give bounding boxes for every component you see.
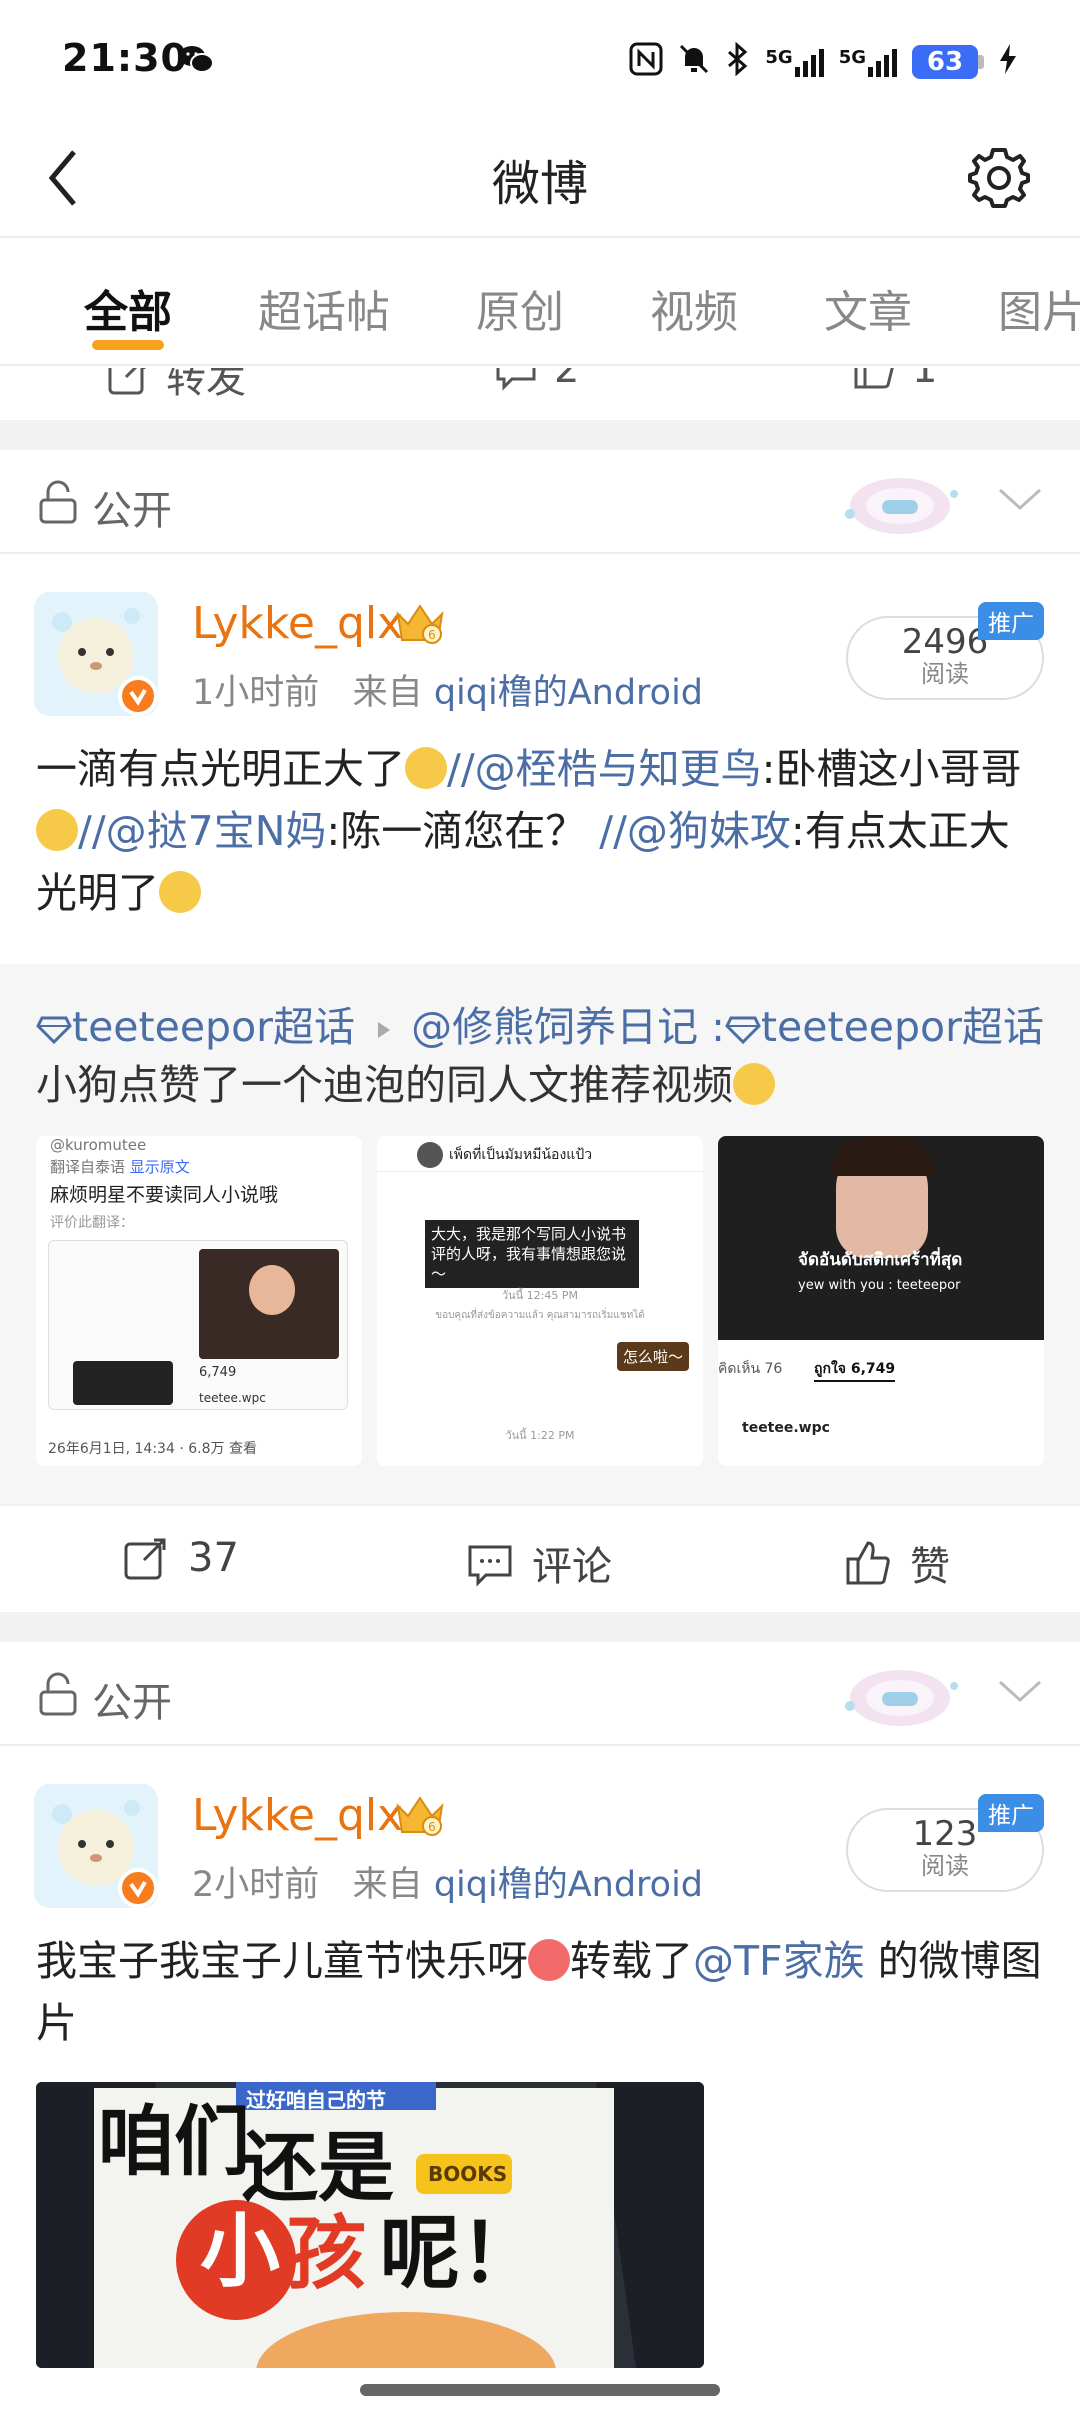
mention-link[interactable]: @TF家族 [693,1937,865,1985]
promote-tag[interactable]: 推广 [978,1794,1044,1832]
promote-tag[interactable]: 推广 [978,602,1044,640]
play-arrow-icon [378,1022,391,1038]
image-thumbnail-3[interactable]: จัดอันดับสติกเศร้าที่สุด yew with you : … [718,1136,1044,1466]
emoji-crying-icon [159,871,201,913]
svg-text:6: 6 [428,1820,436,1834]
post-source[interactable]: qiqi橹的Android [434,1865,703,1905]
visibility-label: 公开 [92,1680,172,1726]
chevron-down-icon[interactable] [996,484,1044,518]
username[interactable]: Lykke_qlx [192,1790,403,1841]
mention-link[interactable]: //@挞7宝N妈 [78,807,326,855]
prev-comment-button[interactable]: 2 [494,368,579,392]
comment-icon [468,1545,512,1587]
visibility-label: 公开 [92,488,172,534]
post-meta: 2小时前 来自 qiqi橹的Android [192,1865,704,1905]
visibility-bar: 公开 [0,450,1080,554]
comment-icon [496,368,536,391]
bluetooth-icon [725,41,751,83]
verified-badge-icon [118,676,158,716]
crown-badge-icon: 6 [392,600,448,652]
mention-link[interactable]: //@桎梏与知更鸟 [447,745,762,793]
svg-text:6: 6 [428,628,436,642]
signal-icon-1: 5G [765,47,824,77]
comment-button[interactable]: 评论 [466,1534,612,1592]
diamond-icon [36,1016,72,1045]
top-nav: 微博 [0,118,1080,238]
image-thumbnail-1[interactable]: @kuromutee 翻译自泰语 显示原文 麻烦明星不要读同人小说哦 评价此翻译… [36,1136,362,1466]
repost-icon [108,368,146,395]
screenshot-preview: 6,749 teetee.wpc [48,1240,348,1410]
post-source[interactable]: qiqi橹的Android [434,673,703,713]
visibility-bar: 公开 [0,1642,1080,1746]
username[interactable]: Lykke_qlx [192,598,403,649]
decoration-sticker-icon [820,1656,970,1736]
nfc-icon [629,42,663,83]
post-meta: 1小时前 来自 qiqi橹的Android [192,673,704,713]
mute-bell-icon [677,42,711,83]
crown-badge-icon: 6 [392,1792,448,1844]
chevron-down-icon[interactable] [996,1676,1044,1710]
image-thumbnail-2[interactable]: เพ็ดที่เป็นมัมหมีน้องแป้ว 大大，我是那个写同人小说书评… [377,1136,703,1466]
signal-icon-2: 5G [839,47,898,77]
mention-link[interactable]: @修熊饲养日记 [411,1003,698,1051]
emoji-pleading-icon [733,1063,775,1105]
charging-icon [998,42,1018,83]
thumbs-up-icon [854,368,894,389]
active-tab-indicator [92,340,164,350]
mention-link[interactable]: //@狗妹攻 [599,807,791,855]
like-button[interactable]: 赞 [844,1534,950,1592]
prev-post-actions: 转发 2 1 [0,368,1080,418]
page-title: 微博 [491,156,588,212]
emoji-heart-eyes-icon [528,1939,570,1981]
super-topic-link[interactable]: teeteepor超话 [725,1003,1044,1051]
super-topic-link[interactable]: teeteepor超话 [36,1003,368,1051]
repost-button[interactable]: 37 [122,1534,239,1582]
divider [0,420,1080,450]
tab-video[interactable]: 视频 [650,276,738,340]
tab-original[interactable]: 原创 [476,276,564,340]
status-bar: 21:30 5G 5G 63 [0,0,1080,120]
post-author-row: Lykke_qlx 6 1小时前 来自 qiqi橹的Android 2496 阅… [0,556,1080,716]
post-actions: 37 评论 赞 [0,1504,1080,1608]
tab-article[interactable]: 文章 [824,276,912,340]
settings-button[interactable] [964,142,1034,212]
clock: 21:30 [62,36,188,80]
thumbs-up-icon [846,1541,890,1585]
home-indicator[interactable] [360,2384,720,2396]
wechat-icon [178,44,214,78]
emoji-sly-icon [405,747,447,789]
reposted-content[interactable]: teeteepor超话 @修熊饲养日记 : teeteepor超话 小狗点赞了一个… [0,964,1080,1504]
gear-icon [968,148,1030,208]
emoji-shocked-icon [36,809,78,851]
battery-icon: 63 [912,45,984,79]
post-image[interactable]: 过好咱自己的节 咱们 还是 小 孩 呢！ BOOKS [36,2082,704,2368]
repost-text: teeteepor超话 @修熊饲养日记 : teeteepor超话 小狗点赞了一个… [36,1003,1045,1109]
prev-repost-button[interactable]: 转发 [106,368,246,404]
divider [0,1612,1080,1642]
repost-icon [124,1538,166,1580]
post-author-row: Lykke_qlx 6 2小时前 来自 qiqi橹的Android 123 阅读… [0,1748,1080,1908]
lock-icon [38,1672,78,1720]
diamond-icon [725,1016,761,1045]
tab-super-topic[interactable]: 超话帖 [258,276,390,340]
tab-all[interactable]: 全部 [84,276,172,340]
post-text: 一滴有点光明正大了//@桎梏与知更鸟:卧槽这小哥哥//@挞7宝N妈:陈一滴您在？… [36,745,1022,917]
filter-tabs: 全部 超话帖 原创 视频 文章 图片 [0,240,1080,366]
verified-badge-icon [118,1868,158,1908]
decoration-sticker-icon [820,464,970,544]
lock-icon [38,480,78,528]
prev-like-button[interactable]: 1 [852,368,937,392]
tab-image[interactable]: 图片 [998,276,1080,340]
post-text: 我宝子我宝子儿童节快乐呀 转载了@TF家族 的微博图片 [36,1937,1042,2047]
